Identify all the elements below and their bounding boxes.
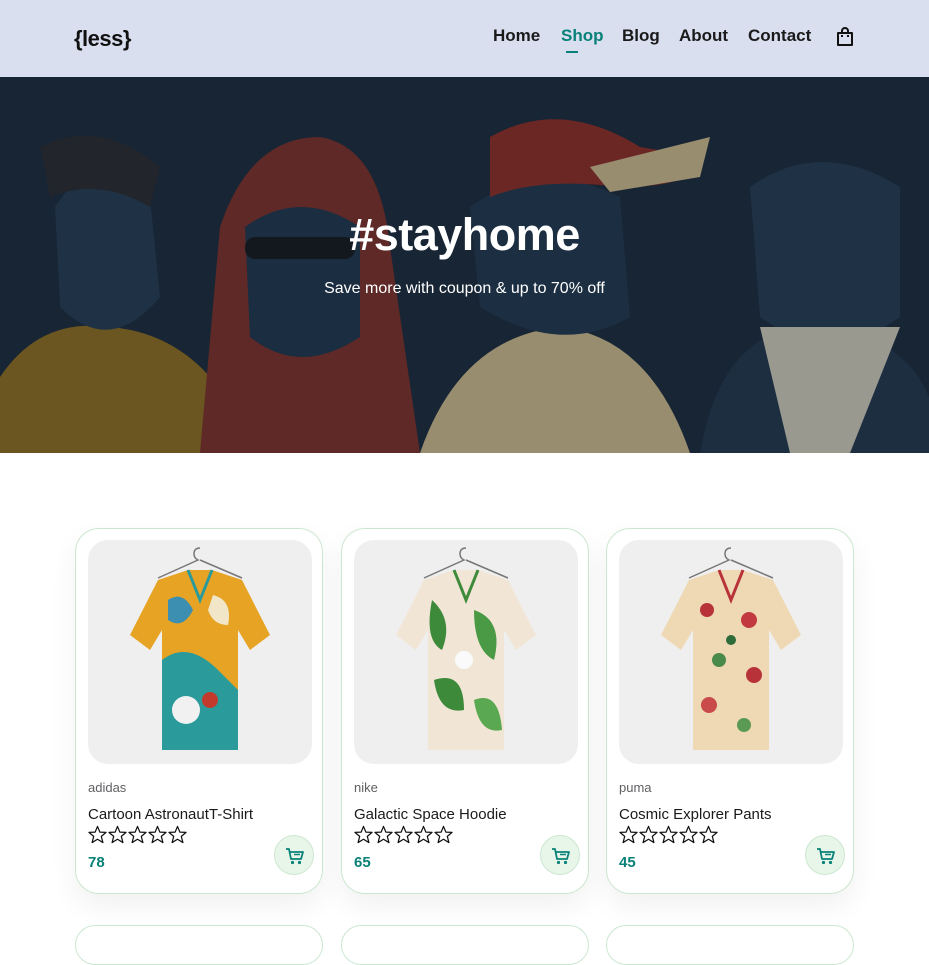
logo[interactable]: {less} [74,26,131,52]
product-price: 45 [619,854,636,871]
star-icon [639,825,658,844]
product-image[interactable] [619,540,843,764]
product-card[interactable]: nike Galactic Space Hoodie 65 [341,528,589,894]
shopping-bag-icon[interactable] [836,27,854,47]
product-image[interactable] [354,540,578,764]
product-card[interactable]: adidas Cartoon AstronautT-Shirt 78 [75,528,323,894]
star-icon [354,825,373,844]
product-card[interactable]: puma Cosmic Explorer Pants 45 [606,528,854,894]
hero-title: #stayhome [349,209,580,260]
cart-icon [286,848,304,865]
hero-subtitle: Save more with coupon & up to 70% off [324,280,605,297]
star-icon [619,825,638,844]
star-icon [394,825,413,844]
product-name: Cosmic Explorer Pants [619,806,772,823]
nav-contact[interactable]: Contact [748,26,811,46]
star-icon [128,825,147,844]
star-icon [108,825,127,844]
rating-stars [619,825,719,845]
star-icon [414,825,433,844]
star-icon [434,825,453,844]
nav-shop[interactable]: Shop [561,26,604,46]
nav-home[interactable]: Home [493,26,540,46]
star-icon [374,825,393,844]
product-name: Galactic Space Hoodie [354,806,507,823]
rating-stars [354,825,454,845]
product-brand: adidas [88,780,127,795]
product-card[interactable] [606,925,854,965]
site-header: {less} Home Shop Blog About Contact [0,0,929,77]
nav-active-indicator [566,51,578,53]
product-image[interactable] [88,540,312,764]
product-brand: puma [619,780,652,795]
star-icon [168,825,187,844]
product-price: 78 [88,854,105,871]
star-icon [699,825,718,844]
add-to-cart-button[interactable] [805,835,845,875]
star-icon [679,825,698,844]
star-icon [659,825,678,844]
product-price: 65 [354,854,371,871]
star-icon [88,825,107,844]
cart-icon [817,848,835,865]
hero-illustration [0,77,929,453]
product-card[interactable] [75,925,323,965]
rating-stars [88,825,188,845]
product-card[interactable] [341,925,589,965]
product-name: Cartoon AstronautT-Shirt [88,806,254,823]
add-to-cart-button[interactable] [540,835,580,875]
hero-banner: #stayhome Save more with coupon & up to … [0,77,929,453]
cart-icon [552,848,570,865]
product-brand: nike [354,780,378,795]
nav-blog[interactable]: Blog [622,26,660,46]
star-icon [148,825,167,844]
add-to-cart-button[interactable] [274,835,314,875]
nav-about[interactable]: About [679,26,728,46]
